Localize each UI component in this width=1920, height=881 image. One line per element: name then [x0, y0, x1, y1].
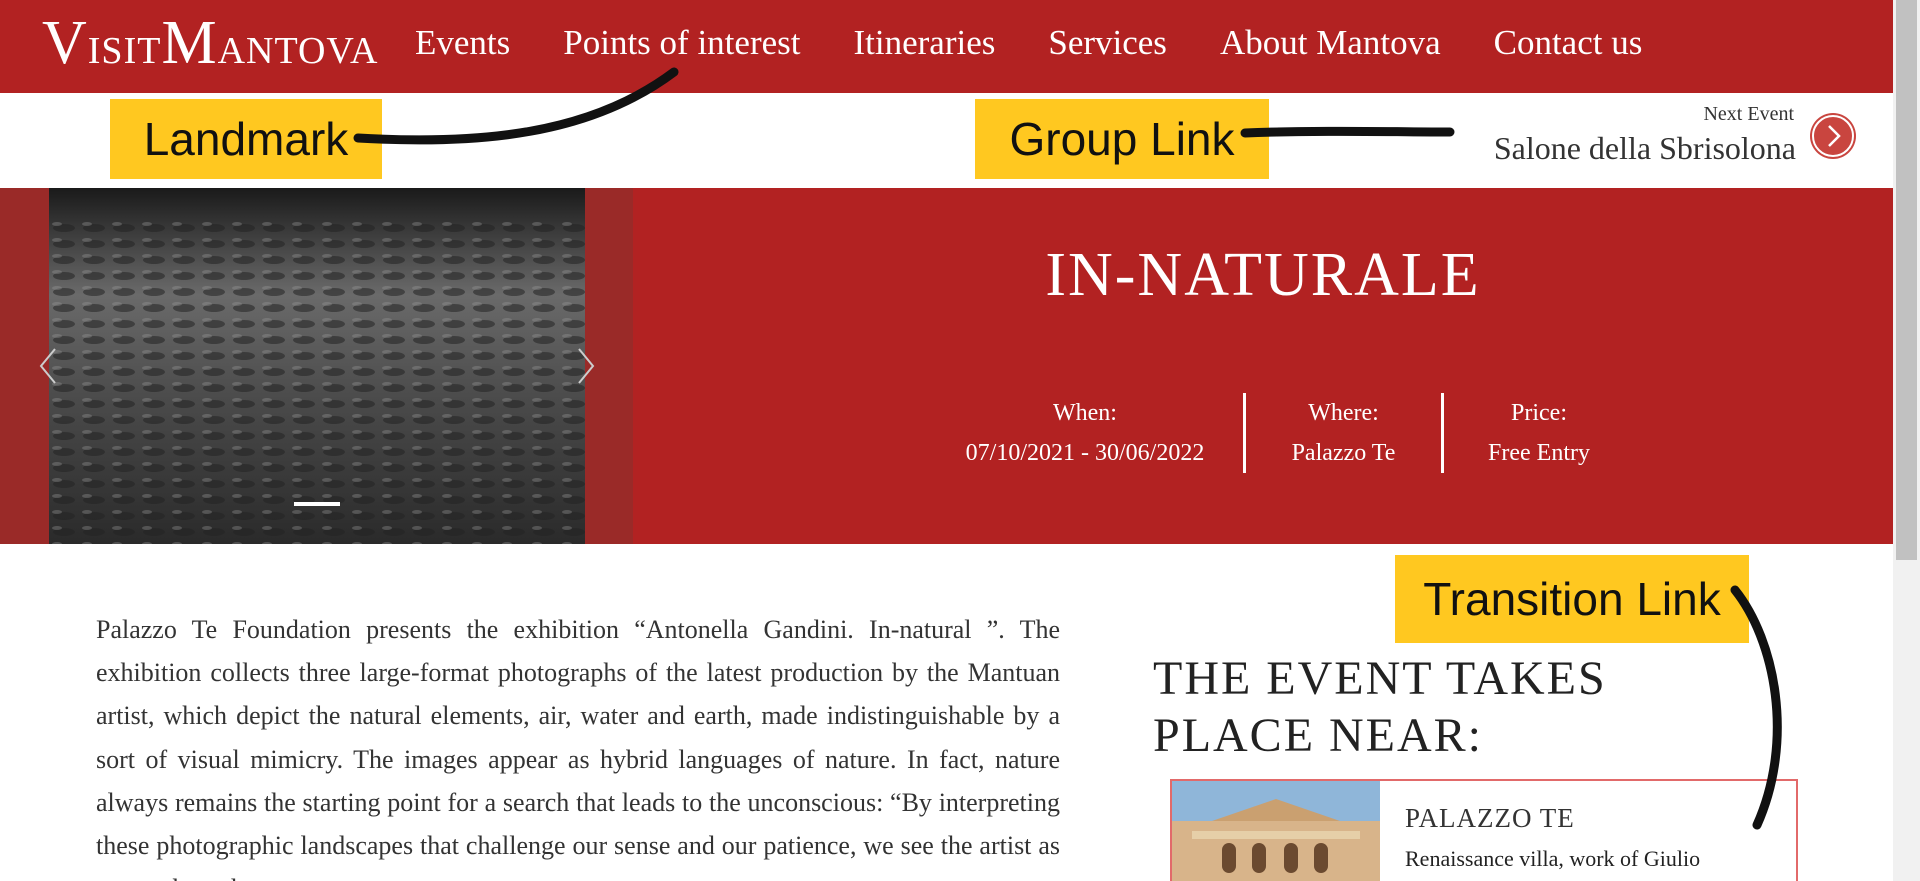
next-event-title[interactable]: Salone della Sbrisolona [1494, 130, 1796, 167]
when-value: 07/10/2021 - 30/06/2022 [965, 440, 1205, 466]
event-where: Where: Palazzo Te [1246, 393, 1441, 473]
chevron-right-icon [1812, 115, 1854, 157]
next-event-button[interactable] [1810, 113, 1856, 159]
chevron-right-icon [578, 348, 595, 384]
price-value: Free Entry [1488, 440, 1590, 466]
nav-item-events[interactable]: Events [415, 20, 510, 66]
card-title: PALAZZO TE [1405, 803, 1575, 833]
carousel-indicator[interactable] [294, 502, 340, 506]
main-nav: Events Points of interest Itineraries Se… [415, 20, 1642, 66]
event-description: Palazzo Te Foundation presents the exhib… [96, 615, 1060, 881]
when-label: When: [1053, 400, 1117, 426]
card-description: Renaissance villa, work of Giulio [1405, 846, 1701, 871]
nav-item-about-mantova[interactable]: About Mantova [1220, 20, 1441, 66]
event-when: When: 07/10/2021 - 30/06/2022 [900, 393, 1270, 473]
nav-item-contact-us[interactable]: Contact us [1494, 20, 1643, 66]
annotation-transition-link: Transition Link [1395, 555, 1749, 643]
event-price: Price: Free Entry [1444, 393, 1634, 473]
next-event-label: Next Event [1703, 103, 1794, 125]
nav-item-itineraries[interactable]: Itineraries [853, 20, 995, 66]
chevron-left-icon [39, 348, 56, 384]
nav-item-points-of-interest[interactable]: Points of interest [563, 20, 800, 66]
site-logo[interactable]: VISITMANTOVA [42, 8, 378, 78]
scrollbar-thumb[interactable] [1896, 0, 1917, 560]
palazzo-te-thumbnail [1172, 781, 1380, 881]
carousel-prev-button[interactable] [35, 345, 61, 387]
event-title: IN-NATURALE [1045, 241, 1481, 309]
near-heading: THE EVENT TAKES PLACE NEAR: [1153, 652, 1607, 762]
price-label: Price: [1511, 400, 1567, 426]
event-photo [49, 188, 585, 544]
annotation-landmark: Landmark [110, 99, 382, 179]
annotation-group-link: Group Link [975, 99, 1269, 179]
where-label: Where: [1308, 400, 1379, 426]
where-value: Palazzo Te [1291, 440, 1396, 466]
carousel-next-button[interactable] [573, 345, 599, 387]
nav-item-services[interactable]: Services [1048, 20, 1167, 66]
